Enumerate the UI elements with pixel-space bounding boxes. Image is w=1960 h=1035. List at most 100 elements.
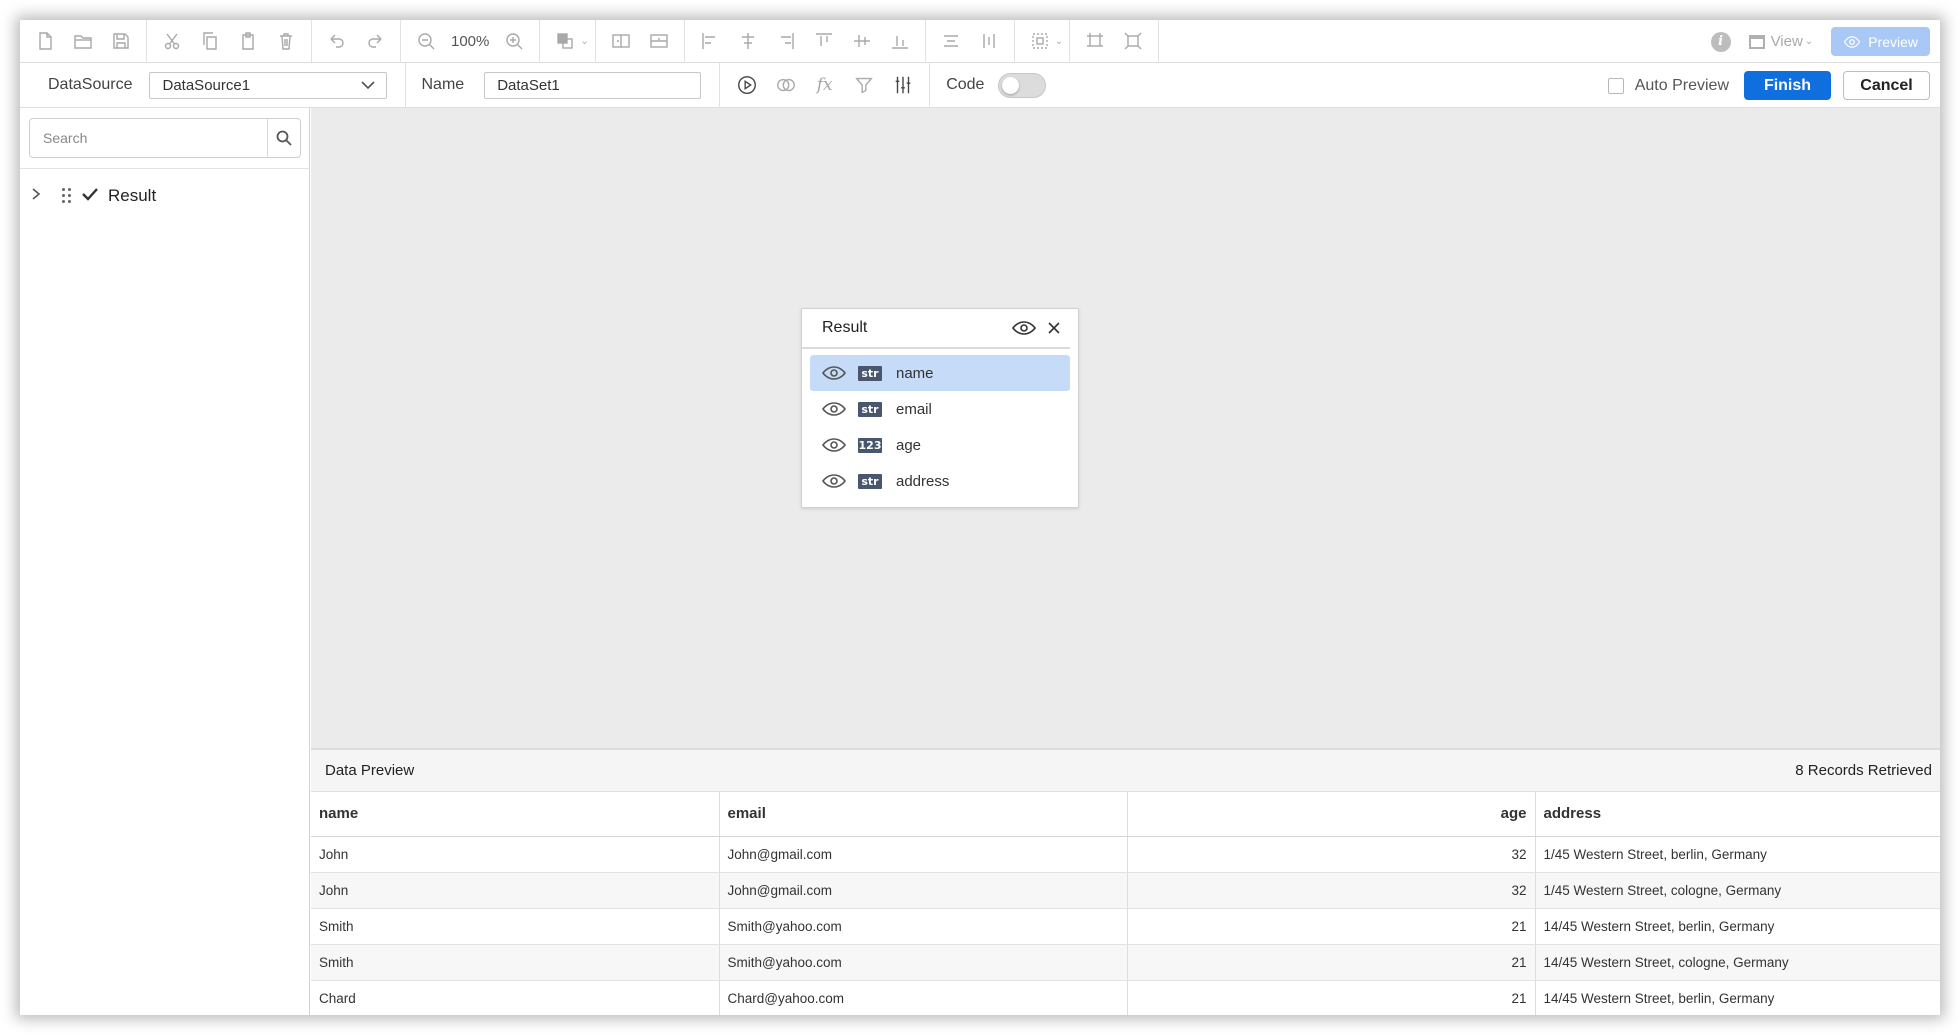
field-item-address[interactable]: str address (810, 463, 1070, 499)
bring-to-front-icon[interactable] (546, 22, 584, 60)
name-label: Name (421, 76, 465, 93)
insert-column-icon[interactable] (602, 22, 640, 60)
delete-icon[interactable] (267, 22, 305, 60)
eye-icon[interactable] (822, 365, 846, 381)
design-canvas[interactable]: Result str name str email 123 age str ad… (311, 108, 1940, 748)
report-designer-window: 100% ⌄ ⌄ i View ⌄ Preview DataSource Dat… (20, 20, 1940, 1015)
table-cell: John@gmail.com (719, 872, 1128, 909)
table-cell: 21 (1127, 908, 1536, 945)
view-label: View (1770, 33, 1803, 50)
cancel-button[interactable]: Cancel (1843, 71, 1930, 100)
align-center-icon[interactable] (729, 22, 767, 60)
datasource-value: DataSource1 (162, 76, 251, 94)
table-cell: 32 (1127, 836, 1536, 873)
zoom-in-icon[interactable] (495, 22, 533, 60)
align-top-icon[interactable] (805, 22, 843, 60)
cut-icon[interactable] (153, 22, 191, 60)
run-icon[interactable] (728, 67, 765, 104)
auto-preview-checkbox[interactable] (1607, 77, 1624, 94)
chevron-down-icon: ⌄ (1804, 36, 1814, 47)
table-row[interactable]: Chard Chard@yahoo.com 21 14/45 Western S… (311, 980, 1940, 1015)
preview-button[interactable]: Preview (1831, 27, 1930, 56)
code-group: Code (930, 63, 1062, 108)
filter-icon[interactable] (845, 67, 882, 104)
close-icon[interactable] (1048, 322, 1060, 334)
column-header[interactable]: name (311, 792, 720, 837)
size-group (1070, 20, 1160, 63)
code-label: Code (946, 76, 985, 93)
table-cell: 21 (1127, 944, 1536, 981)
result-box-actions (1012, 320, 1060, 336)
type-badge: str (858, 401, 882, 417)
column-header[interactable]: email (719, 792, 1128, 837)
table-cell: Chard@yahoo.com (719, 980, 1128, 1015)
insert-row-icon[interactable] (640, 22, 678, 60)
table-cell: 14/45 Western Street, berlin, Germany (1535, 908, 1940, 945)
join-icon[interactable] (767, 67, 804, 104)
table-row[interactable]: Smith Smith@yahoo.com 21 14/45 Western S… (311, 944, 1940, 981)
result-table-box[interactable]: Result str name str email 123 age str ad… (801, 308, 1079, 508)
table-cell: John (311, 872, 720, 909)
eye-icon[interactable] (822, 437, 846, 453)
function-icon[interactable]: fx (806, 67, 843, 104)
field-item-name[interactable]: str name (810, 355, 1070, 391)
dataset-bar: DataSource DataSource1 Name DataSet1 fx … (20, 62, 1940, 108)
table-row[interactable]: Smith Smith@yahoo.com 21 14/45 Western S… (311, 908, 1940, 945)
redo-icon[interactable] (356, 22, 394, 60)
save-icon[interactable] (102, 22, 140, 60)
align-middle-icon[interactable] (843, 22, 881, 60)
distribute-horizontal-icon[interactable] (932, 22, 970, 60)
eye-icon[interactable] (1012, 320, 1036, 336)
fit-to-page-icon[interactable] (1076, 22, 1114, 60)
view-menu-button[interactable]: View ⌄ (1743, 33, 1820, 50)
info-icon[interactable]: i (1710, 31, 1731, 52)
drag-handle-icon[interactable] (62, 188, 72, 204)
code-toggle[interactable] (998, 72, 1047, 98)
table-cell: 21 (1127, 980, 1536, 1015)
eye-icon[interactable] (822, 401, 846, 417)
chevron-right-icon[interactable] (30, 187, 42, 206)
align-bottom-icon[interactable] (881, 22, 919, 60)
table-cell: Chard (311, 980, 720, 1015)
search-button[interactable] (267, 119, 300, 157)
dataset-name-input[interactable]: DataSet1 (484, 71, 702, 99)
data-preview-table: name email age address John John@gmail.c… (311, 792, 1940, 1015)
chevron-down-icon (360, 81, 375, 90)
parameters-icon[interactable] (884, 67, 921, 104)
history-group (312, 20, 401, 63)
table-cell: Smith@yahoo.com (719, 944, 1128, 981)
tree-item-result[interactable]: Result (30, 183, 156, 209)
field-label: age (896, 436, 922, 454)
paste-icon[interactable] (229, 22, 267, 60)
column-header[interactable]: age (1127, 792, 1536, 837)
same-size-icon[interactable] (1114, 22, 1152, 60)
align-left-icon[interactable] (691, 22, 729, 60)
search-input[interactable]: Search (30, 130, 267, 146)
file-group (20, 20, 147, 63)
chevron-down-icon[interactable]: ⌄ (580, 36, 588, 47)
eye-icon[interactable] (822, 473, 846, 489)
zoom-out-icon[interactable] (407, 22, 445, 60)
result-field-list: str name str email 123 age str address (802, 349, 1078, 499)
field-item-age[interactable]: 123 age (810, 427, 1070, 463)
undo-icon[interactable] (318, 22, 356, 60)
preview-label: Preview (1868, 33, 1918, 50)
new-file-icon[interactable] (26, 22, 64, 60)
auto-preview[interactable]: Auto Preview (1607, 77, 1729, 95)
group-icon[interactable] (1021, 22, 1059, 60)
table-row[interactable]: John John@gmail.com 32 1/45 Western Stre… (311, 836, 1940, 873)
copy-icon[interactable] (191, 22, 229, 60)
open-folder-icon[interactable] (64, 22, 102, 60)
zoom-level[interactable]: 100% (445, 33, 495, 50)
dataset-actions: Auto Preview Finish Cancel (1607, 63, 1930, 108)
finish-button[interactable]: Finish (1744, 71, 1831, 100)
table-cell: 14/45 Western Street, cologne, Germany (1535, 944, 1940, 981)
datasource-select[interactable]: DataSource1 (148, 71, 387, 99)
data-preview-panel: Data Preview 8 Records Retrieved name em… (311, 748, 1940, 1015)
column-header[interactable]: address (1535, 792, 1940, 837)
align-right-icon[interactable] (767, 22, 805, 60)
distribute-vertical-icon[interactable] (970, 22, 1008, 60)
field-item-email[interactable]: str email (810, 391, 1070, 427)
chevron-down-icon[interactable]: ⌄ (1055, 36, 1063, 47)
table-row[interactable]: John John@gmail.com 32 1/45 Western Stre… (311, 872, 1940, 909)
